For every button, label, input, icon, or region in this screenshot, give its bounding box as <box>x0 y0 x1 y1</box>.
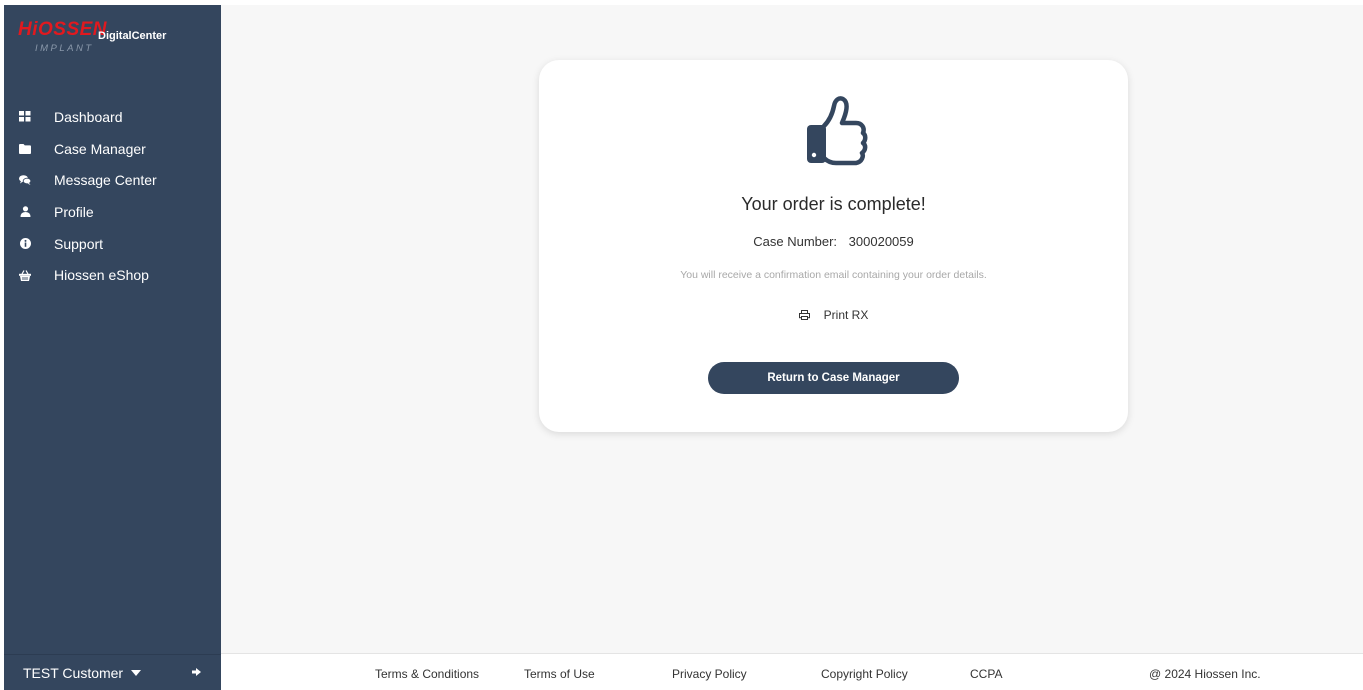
logo-sub: IMPLANT <box>35 43 94 54</box>
hiossen-logo[interactable]: HiOSSEN DigitalCenter IMPLANT <box>18 19 208 63</box>
caret-down-icon[interactable] <box>131 669 142 676</box>
sidebar-item-label: Support <box>54 235 104 252</box>
sidebar-item-label: Message Center <box>54 172 157 189</box>
sidebar-item-message-center[interactable]: Message Center <box>4 164 221 196</box>
order-complete-title: Your order is complete! <box>741 194 926 214</box>
thumbs-up-icon <box>798 96 870 170</box>
grid-icon <box>19 111 31 123</box>
basket-icon <box>19 269 31 281</box>
folder-icon <box>19 143 31 155</box>
logo-brand: HiOSSEN <box>18 19 108 40</box>
main-content: Your order is complete! Case Number: 300… <box>221 5 1363 653</box>
footer-link-ccpa[interactable]: CCPA <box>970 667 1002 681</box>
user-icon <box>19 206 31 218</box>
footer-link-copyright-policy[interactable]: Copyright Policy <box>821 667 908 681</box>
sidebar-item-eshop[interactable]: Hiossen eShop <box>4 259 221 291</box>
return-to-case-manager-button[interactable]: Return to Case Manager <box>708 362 959 394</box>
case-number-row: Case Number: 300020059 <box>539 234 1128 249</box>
sidebar-item-case-manager[interactable]: Case Manager <box>4 133 221 165</box>
sidebar-item-label: Case Manager <box>54 140 146 157</box>
footer-link-terms-conditions[interactable]: Terms & Conditions <box>375 667 479 681</box>
printer-icon <box>798 310 810 320</box>
sidebar-item-dashboard[interactable]: Dashboard <box>4 101 221 133</box>
page-footer: Terms & Conditions Terms of Use Privacy … <box>221 653 1363 690</box>
footer-link-privacy-policy[interactable]: Privacy Policy <box>672 667 747 681</box>
copyright-text: @ 2024 Hiossen Inc. <box>1149 667 1261 681</box>
print-rx-label: Print RX <box>823 308 869 322</box>
sidebar-item-label: Dashboard <box>54 108 123 125</box>
info-icon <box>19 238 31 250</box>
sidebar-nav: Dashboard Case Manager Message Center Pr… <box>4 101 221 291</box>
sidebar-item-profile[interactable]: Profile <box>4 196 221 228</box>
case-number-value: 300020059 <box>848 234 914 249</box>
print-rx-link[interactable]: Print RX <box>539 308 1128 322</box>
order-complete-card: Your order is complete! Case Number: 300… <box>539 60 1128 432</box>
user-name-button[interactable]: TEST Customer <box>23 665 123 681</box>
logo-product: DigitalCenter <box>98 30 167 42</box>
sidebar-item-label: Hiossen eShop <box>54 267 149 284</box>
sidebar: HiOSSEN DigitalCenter IMPLANT Dashboard … <box>4 5 221 690</box>
chat-icon <box>19 174 31 186</box>
confirmation-note: You will receive a confirmation email co… <box>680 269 987 281</box>
logout-icon[interactable] <box>192 668 201 676</box>
user-menu: TEST Customer <box>4 654 221 690</box>
footer-link-terms-of-use[interactable]: Terms of Use <box>524 667 595 681</box>
case-number-label: Case Number: <box>753 234 838 249</box>
sidebar-item-support[interactable]: Support <box>4 228 221 260</box>
sidebar-item-label: Profile <box>54 203 94 220</box>
